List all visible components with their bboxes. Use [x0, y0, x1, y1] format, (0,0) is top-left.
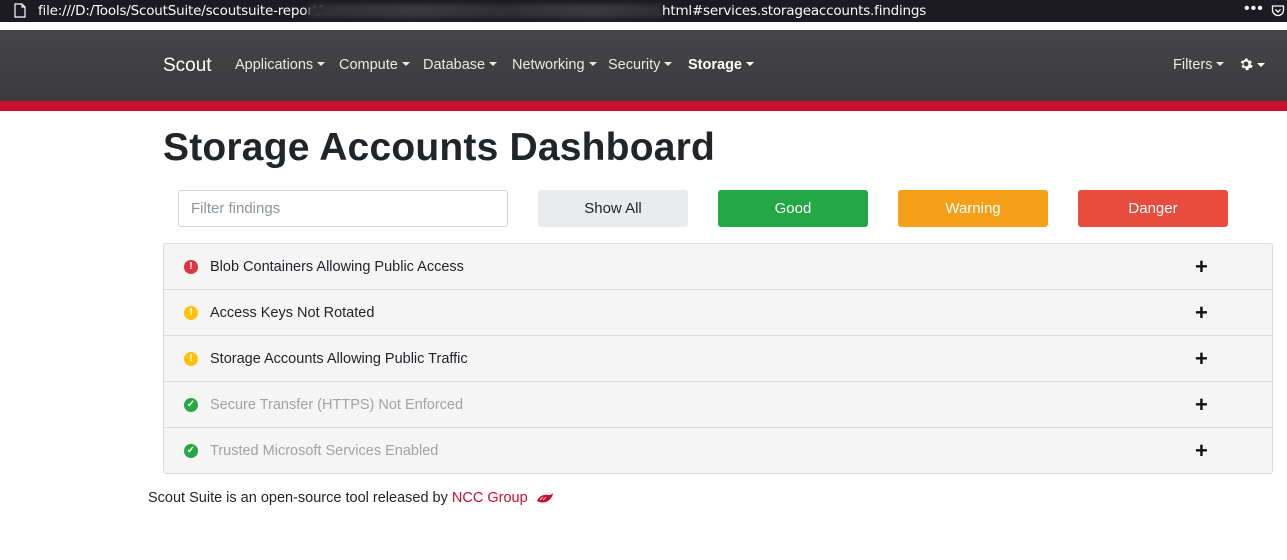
finding-label: Secure Transfer (HTTPS) Not Enforced	[210, 397, 464, 413]
finding-label: Storage Accounts Allowing Public Traffic	[210, 351, 468, 367]
url-text-end: html#services.storageaccounts.findings	[662, 3, 927, 19]
nav-label: Database	[423, 57, 486, 73]
finding-row[interactable]: ! Access Keys Not Rotated +	[164, 290, 1272, 336]
warning-filter-button[interactable]: Warning	[898, 190, 1048, 227]
warning-status-icon: !	[184, 306, 198, 320]
nav-compute[interactable]: Compute	[339, 57, 410, 73]
chevron-down-icon	[489, 62, 498, 66]
chevron-down-icon	[588, 62, 597, 66]
good-filter-button[interactable]: Good	[718, 190, 868, 227]
nav-security[interactable]: Security	[608, 57, 673, 73]
expand-plus-icon[interactable]: +	[1195, 394, 1208, 416]
nav-label: Compute	[339, 57, 398, 73]
expand-plus-icon[interactable]: +	[1195, 440, 1208, 462]
finding-row[interactable]: ✓ Trusted Microsoft Services Enabled +	[164, 428, 1272, 473]
chevron-down-icon	[1257, 63, 1265, 67]
good-status-icon: ✓	[184, 444, 198, 458]
findings-list: ! Blob Containers Allowing Public Access…	[163, 243, 1273, 474]
warning-status-icon: !	[184, 352, 198, 366]
nav-label: Filters	[1173, 57, 1213, 73]
nav-database[interactable]: Database	[423, 57, 498, 73]
nav-applications[interactable]: Applications	[235, 57, 326, 73]
chevron-down-icon	[746, 62, 754, 66]
finding-row[interactable]: ! Blob Containers Allowing Public Access…	[164, 244, 1272, 290]
footer: Scout Suite is an open-source tool relea…	[148, 490, 554, 506]
file-icon	[14, 3, 26, 18]
finding-row[interactable]: ✓ Secure Transfer (HTTPS) Not Enforced +	[164, 382, 1272, 428]
nav-networking[interactable]: Networking	[512, 57, 597, 73]
brand-logo[interactable]: Scout	[163, 55, 212, 77]
more-options-icon[interactable]: •••	[1244, 0, 1264, 18]
danger-filter-button[interactable]: Danger	[1078, 190, 1228, 227]
show-all-button[interactable]: Show All	[538, 190, 688, 227]
browser-address-bar[interactable]: file:///D:/Tools/ScoutSuite/scoutsuite-r…	[0, 0, 1287, 22]
good-status-icon: ✓	[184, 398, 198, 412]
chevron-down-icon	[317, 62, 326, 66]
finding-label: Blob Containers Allowing Public Access	[210, 259, 464, 275]
nav-label: Networking	[512, 57, 585, 73]
expand-plus-icon[interactable]: +	[1195, 348, 1208, 370]
footer-text: Scout Suite is an open-source tool relea…	[148, 490, 452, 506]
ncc-group-link[interactable]: NCC Group	[452, 490, 528, 506]
nav-filters[interactable]: Filters	[1173, 57, 1225, 73]
url-text-start: file:///D:/Tools/ScoutSuite/scoutsuite-r…	[38, 3, 331, 19]
nav-label: Storage	[688, 57, 742, 73]
expand-plus-icon[interactable]: +	[1195, 302, 1208, 324]
page-title: Storage Accounts Dashboard	[163, 126, 716, 169]
top-navbar: Scout Applications Compute Database Netw…	[0, 30, 1287, 101]
nav-label: Applications	[235, 57, 314, 73]
filter-findings-input[interactable]	[178, 190, 508, 227]
finding-label: Trusted Microsoft Services Enabled	[210, 443, 439, 459]
danger-status-icon: !	[184, 260, 198, 274]
settings-menu[interactable]	[1239, 57, 1265, 74]
chevron-down-icon	[401, 62, 410, 66]
expand-plus-icon[interactable]: +	[1195, 256, 1208, 278]
finding-label: Access Keys Not Rotated	[210, 305, 375, 321]
finding-row[interactable]: ! Storage Accounts Allowing Public Traff…	[164, 336, 1272, 382]
nav-storage[interactable]: Storage	[688, 57, 754, 73]
chevron-down-icon	[1216, 62, 1225, 66]
url-redacted-segment	[308, 4, 662, 18]
pocket-icon[interactable]	[1271, 4, 1285, 18]
gear-icon	[1240, 58, 1253, 71]
accent-stripe	[0, 101, 1287, 111]
nav-label: Security	[608, 57, 661, 73]
ncc-group-logo-icon	[536, 493, 553, 503]
chevron-down-icon	[664, 62, 673, 66]
